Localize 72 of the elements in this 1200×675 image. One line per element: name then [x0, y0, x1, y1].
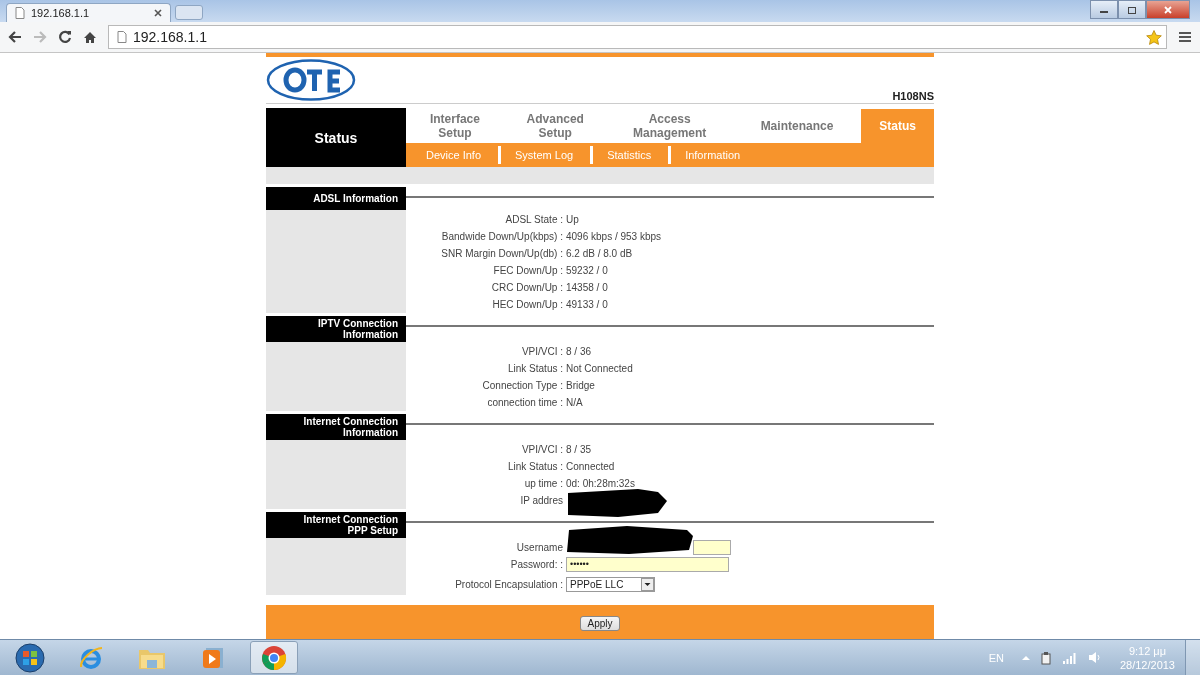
maximize-icon — [1127, 5, 1137, 14]
field-value: N/A — [566, 397, 583, 408]
media-player-icon[interactable] — [201, 645, 225, 670]
field-value: 49133 / 0 — [566, 299, 608, 310]
new-tab-button[interactable] — [175, 5, 203, 20]
field-label: up time : — [524, 478, 563, 489]
field-value: 8 / 35 — [566, 444, 592, 455]
page-title: Status — [266, 108, 406, 167]
show-desktop-button[interactable] — [1185, 640, 1200, 675]
username-field[interactable] — [693, 540, 731, 555]
field-label: Link Status : — [507, 461, 563, 472]
section-header: Internet Connection PPP Setup — [266, 512, 406, 538]
menu-icon[interactable] — [1178, 31, 1192, 43]
section-header: ADSL Information — [266, 187, 406, 210]
address-bar[interactable]: 192.168.1.1 — [108, 25, 1167, 49]
dropdown-icon — [641, 577, 654, 591]
minimize-button[interactable] — [1090, 0, 1118, 19]
browser-e-icon[interactable] — [78, 644, 104, 671]
field-label: CRC Down/Up : — [491, 282, 563, 293]
apply-button[interactable]: Apply — [580, 615, 620, 631]
field-label: Bandwide Down/Up(kbps) : — [441, 231, 563, 242]
field-value: 8 / 36 — [566, 346, 592, 357]
tray-app-icon[interactable] — [1039, 650, 1052, 665]
nav-tab[interactable]: Advanced Setup — [503, 108, 607, 143]
field-label: connection time : — [487, 397, 563, 408]
field-label: Link Status : — [507, 363, 563, 374]
password-field[interactable]: •••••• — [566, 557, 729, 572]
section-header: Internet Connection Information — [266, 414, 406, 440]
field-label: Username — [516, 542, 563, 553]
field-label: Protocol Encapsulation : — [455, 578, 563, 590]
field-label: FEC Down/Up : — [493, 265, 563, 276]
field-label: Password: : — [510, 559, 563, 570]
encapsulation-dropdown[interactable]: PPPoE LLC — [566, 576, 655, 592]
home-icon[interactable] — [83, 30, 97, 44]
field-label: HEC Down/Up : — [492, 299, 563, 310]
reload-icon[interactable] — [58, 30, 72, 44]
field-value: Not Connected — [566, 363, 633, 374]
field-value: 0d: 0h:28m:32s — [566, 478, 635, 489]
field-label: IP addres — [520, 495, 563, 506]
close-icon — [1163, 5, 1173, 14]
close-button[interactable] — [1146, 0, 1190, 19]
signal-icon[interactable] — [1061, 651, 1078, 664]
up-arrow-icon[interactable] — [1021, 654, 1030, 661]
close-icon[interactable] — [154, 9, 162, 17]
nav-tab[interactable]: Interface Setup — [406, 108, 504, 143]
field-value: 14358 / 0 — [566, 282, 608, 293]
page-icon — [15, 7, 25, 19]
taskbar-button[interactable] — [250, 641, 298, 674]
browser-tab[interactable]: 192.168.1.1 — [6, 3, 171, 22]
field-label: Connection Type : — [482, 380, 563, 391]
nav-tab[interactable]: Access Management — [606, 108, 733, 143]
start-orb-icon[interactable] — [15, 642, 45, 673]
page-icon — [117, 31, 127, 43]
field-value: Connected — [566, 461, 615, 472]
forward-icon[interactable] — [33, 31, 47, 43]
star-icon[interactable] — [1146, 29, 1162, 45]
field-value: 6.2 dB / 8.0 dB — [566, 248, 633, 259]
field-value: Up — [566, 214, 579, 225]
field-value: 59232 / 0 — [566, 265, 608, 276]
field-value: Bridge — [566, 380, 595, 391]
field-label: VPI/VCI : — [521, 346, 563, 357]
section-header: IPTV Connection Information — [266, 316, 406, 342]
model-name: H108NS — [892, 90, 934, 102]
field-value: 4096 kbps / 953 kbps — [566, 231, 662, 242]
back-icon[interactable] — [8, 31, 22, 43]
field-label: VPI/VCI : — [521, 444, 563, 455]
field-label: ADSL State : — [505, 214, 563, 225]
field-label: SNR Margin Down/Up(db) : — [441, 248, 563, 259]
maximize-button[interactable] — [1118, 0, 1146, 19]
chrome-icon[interactable] — [261, 644, 287, 671]
nav-tab[interactable]: Maintenance — [732, 108, 862, 143]
speaker-icon[interactable] — [1087, 651, 1102, 664]
